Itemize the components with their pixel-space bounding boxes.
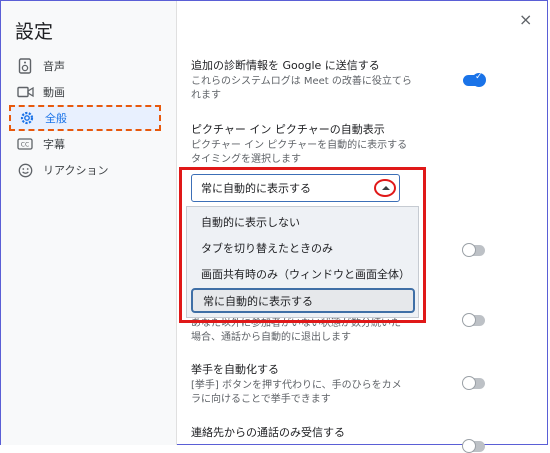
pip-dropdown: 自動的に表示しない タブを切り替えたときのみ 画面共有時のみ（ウィンドウと画面全…	[186, 206, 419, 318]
nav-label: リアクション	[43, 164, 109, 177]
speaker-icon	[16, 57, 34, 75]
svg-text:CC: CC	[21, 142, 29, 149]
diagnostics-toggle[interactable]	[463, 72, 486, 87]
nav-label: 音声	[43, 60, 65, 73]
nav-item-general[interactable]: 全般	[9, 105, 161, 131]
hand-desc: [挙手] ボタンを押す代わりに、手のひらをカメ ラに向けることで挙手できます	[191, 380, 402, 405]
smiley-icon	[16, 161, 34, 179]
pip-option[interactable]: タブを切り替えたときのみ	[191, 235, 415, 260]
pip-option[interactable]: 画面共有時のみ（ウィンドウと画面全体）	[191, 261, 415, 286]
pip-select-value: 常に自動的に表示する	[201, 182, 311, 195]
dialog-title: 設定	[15, 21, 54, 43]
pip-title: ピクチャー イン ピクチャーの自動表示	[191, 123, 385, 136]
nav-label: 字幕	[43, 138, 65, 151]
nav-label: 動画	[43, 86, 65, 99]
auto-leave-toggle[interactable]	[462, 313, 485, 327]
sidebar: 設定 音声 動画 全般 CC 字幕 リアクション	[1, 1, 177, 445]
nav-item-audio[interactable]: 音声	[9, 53, 161, 79]
hand-title: 挙手を自動化する	[191, 363, 279, 376]
nav-item-video[interactable]: 動画	[9, 79, 161, 105]
video-icon	[16, 83, 34, 101]
captions-icon: CC	[16, 135, 34, 153]
close-icon[interactable]: ×	[519, 10, 532, 29]
gear-icon	[18, 109, 36, 127]
contacts-title: 連絡先からの通話のみ受信する	[191, 426, 345, 439]
nav-item-reactions[interactable]: リアクション	[9, 157, 161, 183]
pip-select[interactable]: 常に自動的に表示する	[191, 174, 400, 202]
pip-hidden-toggle[interactable]	[462, 243, 485, 257]
diagnostics-desc: これらのシステムログは Meet の改善に役立てら れます	[191, 76, 412, 101]
pip-option[interactable]: 自動的に表示しない	[191, 209, 415, 234]
nav-item-captions[interactable]: CC 字幕	[9, 131, 161, 157]
diagnostics-title: 追加の診断情報を Google に送信する	[191, 59, 380, 72]
pip-option-selected[interactable]: 常に自動的に表示する	[191, 288, 415, 313]
pip-desc: ピクチャー イン ピクチャーを自動的に表示する タイミングを選択します	[191, 140, 408, 165]
hand-toggle[interactable]	[462, 376, 485, 390]
nav-label: 全般	[45, 112, 67, 125]
caret-up-icon[interactable]	[382, 186, 390, 190]
